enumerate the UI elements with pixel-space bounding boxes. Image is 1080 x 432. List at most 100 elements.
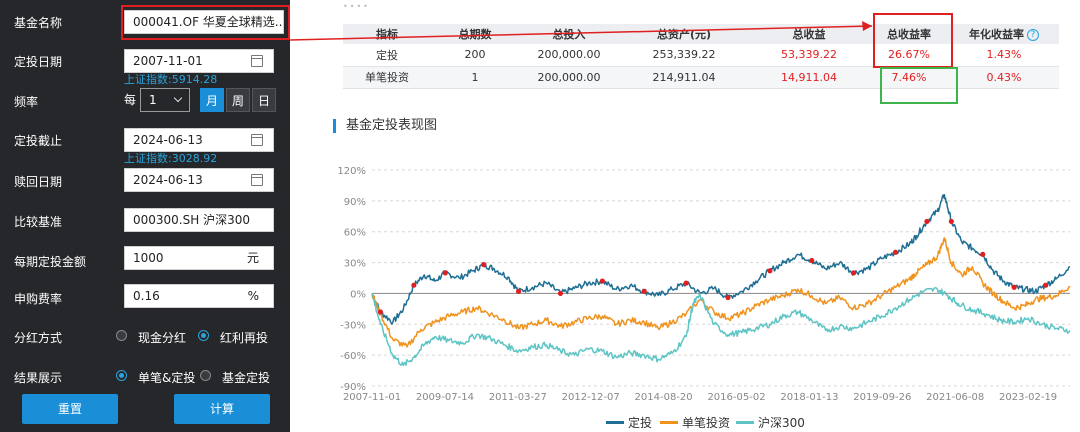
buy-marker — [641, 288, 647, 294]
x-tick-label: 2023-02-19 — [999, 392, 1057, 403]
buy-marker — [980, 251, 986, 257]
form-panel: 基金名称 000041.OF 华夏全球精选... 定投日期 2007-11-01… — [0, 0, 290, 432]
dividend-reinvest-radio[interactable] — [198, 330, 209, 341]
cell-periods: 1 — [431, 66, 519, 89]
x-tick-label: 2021-06-08 — [926, 392, 984, 403]
y-tick-label: 120% — [337, 166, 366, 177]
legend-item-dingtou[interactable]: 定投 — [606, 414, 652, 431]
start-date-input[interactable]: 2007-11-01 — [124, 49, 274, 73]
buy-marker — [377, 309, 383, 315]
section-dots: •••• — [343, 2, 370, 11]
header-indicator: 指标 — [343, 24, 431, 44]
display-both-label[interactable]: 单笔&定投 — [138, 369, 195, 386]
buy-marker — [557, 290, 564, 297]
redeem-date-input[interactable]: 2024-06-13 — [124, 168, 274, 192]
dividend-cash-label[interactable]: 现金分红 — [138, 329, 186, 346]
x-tick-label: 2011-03-27 — [489, 392, 547, 403]
chevron-down-icon — [173, 93, 183, 103]
end-date-value: 2024-06-13 — [133, 133, 203, 147]
help-icon[interactable]: ? — [1027, 29, 1039, 41]
benchmark-label: 比较基准 — [14, 215, 63, 229]
cell-total-return: 53,339.22 — [749, 44, 869, 67]
chart-section-title: 基金定投表现图 — [333, 119, 437, 133]
display-both-radio[interactable] — [116, 370, 127, 381]
start-date-value: 2007-11-01 — [133, 54, 203, 68]
legend-label-dingtou: 定投 — [628, 416, 653, 430]
frequency-count-select[interactable]: 1 — [140, 88, 190, 112]
amount-value: 1000 — [133, 251, 164, 265]
total-return-rate-highlight-box — [873, 13, 953, 68]
legend-label-single: 单笔投资 — [682, 416, 731, 430]
buy-marker — [683, 280, 689, 286]
series-line-2 — [371, 286, 1071, 367]
y-tick-label: 90% — [344, 197, 366, 208]
calendar-icon[interactable] — [251, 55, 263, 67]
start-date-label: 定投日期 — [14, 55, 63, 69]
cell-indicator: 定投 — [343, 44, 431, 67]
buy-marker — [1011, 284, 1017, 290]
legend-item-single[interactable]: 单笔投资 — [660, 414, 730, 431]
calendar-icon[interactable] — [251, 174, 263, 186]
x-tick-label: 2007-11-01 — [343, 392, 401, 403]
frequency-week-button[interactable]: 周 — [226, 88, 250, 112]
dividend-label: 分红方式 — [14, 331, 63, 345]
buy-marker — [851, 270, 857, 276]
chart-grid — [372, 169, 1070, 387]
x-tick-label: 2019-09-26 — [853, 392, 911, 403]
end-date-label: 定投截止 — [14, 134, 63, 148]
y-tick-label: 60% — [344, 228, 366, 239]
cell-periods: 200 — [431, 44, 519, 67]
frequency-label: 频率 — [14, 95, 39, 109]
x-tick-label: 2018-01-13 — [780, 392, 838, 403]
redeem-date-value: 2024-06-13 — [133, 173, 203, 187]
end-index-hint: 上证指数:3028.92 — [124, 152, 218, 165]
buy-marker — [515, 288, 522, 294]
buy-marker — [481, 262, 487, 268]
calendar-icon[interactable] — [251, 134, 263, 146]
y-axis-ticks: 120%90%60%30%0%-30%-60%-90% — [337, 166, 366, 393]
display-label: 结果展示 — [14, 371, 63, 385]
buy-marker — [411, 282, 417, 288]
frequency-day-button[interactable]: 日 — [252, 88, 276, 112]
cell-total-input: 200,000.00 — [519, 44, 619, 67]
buy-marker — [924, 218, 930, 225]
buy-marker — [725, 294, 731, 301]
y-tick-label: 30% — [344, 259, 366, 270]
fee-input[interactable]: 0.16 % — [124, 284, 274, 308]
frequency-month-button[interactable]: 月 — [200, 88, 224, 112]
calculate-button[interactable]: 计算 — [174, 394, 270, 424]
legend-swatch-hs300 — [736, 421, 754, 424]
buy-marker — [767, 268, 773, 274]
x-tick-label: 2014-08-20 — [635, 392, 693, 403]
redeem-date-label: 赎回日期 — [14, 175, 63, 189]
chart-markers — [377, 218, 1049, 315]
display-dingtou-radio[interactable] — [200, 370, 211, 381]
buy-marker — [1042, 282, 1049, 288]
dividend-cash-radio[interactable] — [116, 330, 127, 341]
start-index-hint: 上证指数:5914.28 — [124, 73, 218, 86]
x-tick-label: 2009-07-14 — [416, 392, 474, 403]
buy-marker — [599, 278, 605, 284]
cell-total-assets: 253,339.22 — [619, 44, 749, 67]
fund-name-label: 基金名称 — [14, 16, 63, 30]
frequency-every-label: 每 — [124, 93, 137, 107]
amount-input[interactable]: 1000 元 — [124, 246, 274, 270]
header-periods: 总期数 — [431, 24, 519, 44]
display-dingtou-label[interactable]: 基金定投 — [222, 369, 270, 386]
header-total-input: 总投入 — [519, 24, 619, 44]
fee-value: 0.16 — [133, 289, 160, 303]
x-tick-label: 2012-12-07 — [562, 392, 620, 403]
header-annualized-rate: 年化收益率? — [949, 24, 1059, 44]
series-line-0 — [371, 193, 1071, 325]
cell-total-assets: 214,911.04 — [619, 66, 749, 89]
benchmark-input[interactable]: 000300.SH 沪深300 — [124, 208, 274, 232]
fund-name-highlight-box — [121, 5, 290, 40]
buy-marker — [948, 218, 954, 225]
end-date-input[interactable]: 2024-06-13 — [124, 128, 274, 152]
single-return-highlight-box — [880, 67, 958, 104]
dividend-reinvest-label[interactable]: 红利再投 — [220, 329, 268, 346]
fee-unit: % — [247, 289, 259, 303]
reset-button[interactable]: 重置 — [22, 394, 118, 424]
header-total-assets: 总资产(元) — [619, 24, 749, 44]
legend-item-hs300[interactable]: 沪深300 — [736, 414, 805, 431]
